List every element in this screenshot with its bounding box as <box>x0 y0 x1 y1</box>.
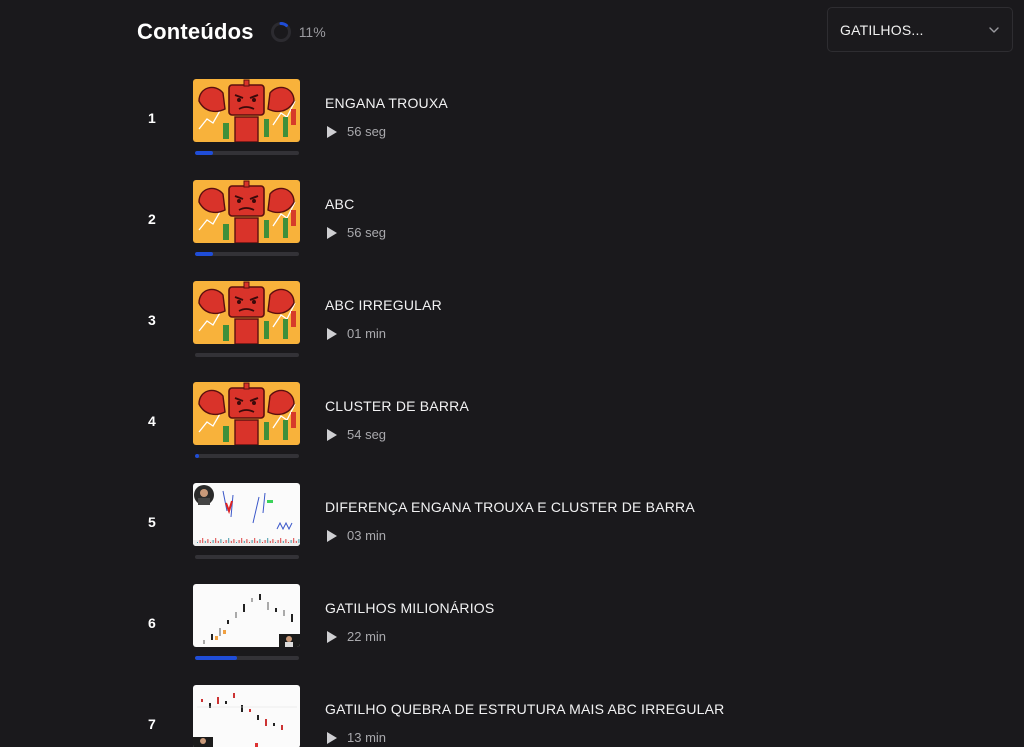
lesson-progress-fill <box>195 656 237 660</box>
lesson-duration: 01 min <box>347 326 387 341</box>
lesson-meta: 01 min <box>327 326 386 341</box>
play-icon <box>327 529 337 542</box>
course-contents-panel: Conteúdos 11% GATILHOS... 1 ENGANA TROUX… <box>0 0 1024 747</box>
lesson-progress-bar <box>195 555 299 559</box>
lesson-item[interactable]: 7 GATILHO QUEBRA DE ESTRUTURA MAIS ABC I… <box>130 685 850 747</box>
lesson-number: 5 <box>148 514 156 530</box>
lesson-number: 2 <box>148 211 156 227</box>
lesson-number: 3 <box>148 312 156 328</box>
lesson-progress-bar <box>195 353 299 357</box>
lesson-item[interactable]: 4 CLUSTER DE BARRA 54 seg <box>130 382 850 477</box>
lesson-thumbnail <box>193 180 300 243</box>
lesson-item[interactable]: 6 GATILHOS MILIONÁRIOS 22 min <box>130 584 850 679</box>
play-icon <box>327 327 337 340</box>
lesson-meta: 54 seg <box>327 427 386 442</box>
lesson-progress-bar <box>195 656 299 660</box>
lesson-number: 4 <box>148 413 156 429</box>
lesson-thumbnail <box>193 685 300 747</box>
lesson-thumbnail <box>193 584 300 647</box>
lesson-progress-fill <box>195 454 200 458</box>
lesson-thumbnail <box>193 483 300 546</box>
lesson-duration: 54 seg <box>347 427 387 442</box>
lesson-meta: 56 seg <box>327 124 386 139</box>
lesson-thumbnail <box>193 382 300 445</box>
lesson-title: GATILHOS MILIONÁRIOS <box>325 600 495 616</box>
lesson-title: DIFERENÇA ENGANA TROUXA E CLUSTER DE BAR… <box>325 499 695 515</box>
lesson-item[interactable]: 2 ABC 56 seg <box>130 180 850 275</box>
lesson-thumbnail <box>193 281 300 344</box>
lesson-item[interactable]: 5 DIFERENÇA ENGANA TROUXA E CLUSTER DE B… <box>130 483 850 578</box>
lesson-progress-bar <box>195 151 299 155</box>
lesson-title: ABC IRREGULAR <box>325 297 442 313</box>
lesson-item[interactable]: 1 ENGANA TROUXA 56 seg <box>130 79 850 174</box>
lesson-number: 6 <box>148 615 156 631</box>
play-icon <box>327 125 337 138</box>
lesson-meta: 56 seg <box>327 225 386 240</box>
lesson-progress-bar <box>195 454 299 458</box>
lesson-number: 1 <box>148 110 156 126</box>
lesson-duration: 22 min <box>347 629 387 644</box>
lesson-title: GATILHO QUEBRA DE ESTRUTURA MAIS ABC IRR… <box>325 701 725 717</box>
lesson-title: CLUSTER DE BARRA <box>325 398 470 414</box>
play-icon <box>327 731 337 744</box>
play-icon <box>327 226 337 239</box>
lesson-progress-fill <box>195 151 213 155</box>
lesson-list: 1 ENGANA TROUXA 56 seg 2 ABC 56 seg 3 AB… <box>0 0 1024 747</box>
lesson-duration: 13 min <box>347 730 387 745</box>
lesson-progress-bar <box>195 252 299 256</box>
lesson-duration: 03 min <box>347 528 387 543</box>
lesson-title: ENGANA TROUXA <box>325 95 448 111</box>
lesson-meta: 13 min <box>327 730 386 745</box>
play-icon <box>327 428 337 441</box>
lesson-meta: 03 min <box>327 528 386 543</box>
play-icon <box>327 630 337 643</box>
lesson-item[interactable]: 3 ABC IRREGULAR 01 min <box>130 281 850 376</box>
lesson-progress-fill <box>195 252 213 256</box>
lesson-thumbnail <box>193 79 300 142</box>
lesson-duration: 56 seg <box>347 124 387 139</box>
lesson-duration: 56 seg <box>347 225 387 240</box>
lesson-title: ABC <box>325 196 355 212</box>
lesson-number: 7 <box>148 716 156 732</box>
lesson-meta: 22 min <box>327 629 386 644</box>
